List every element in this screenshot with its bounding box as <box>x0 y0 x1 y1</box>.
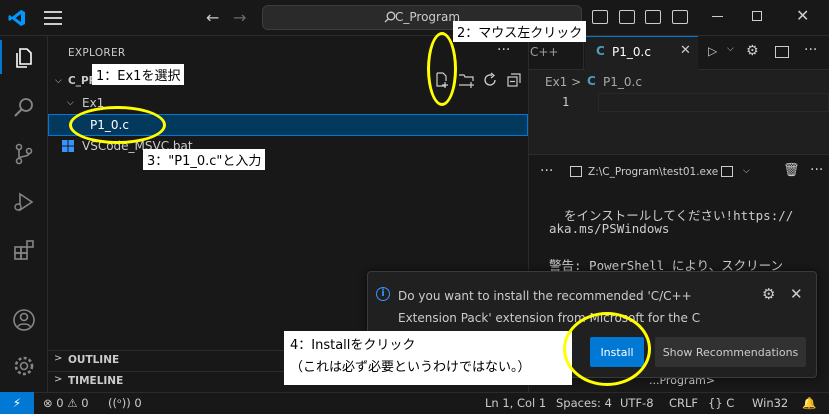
windows-batch-file-icon <box>62 140 74 152</box>
c-file-icon: C <box>596 44 605 58</box>
chevron-right-icon: > <box>54 353 63 364</box>
chevron-down-icon[interactable]: ⌵ <box>727 44 734 54</box>
remote-indicator[interactable]: ⚡ <box>0 392 34 414</box>
chevron-down-icon[interactable]: ⌵ <box>743 166 750 176</box>
run-play-icon[interactable]: ▷ <box>708 44 717 58</box>
extensions-icon[interactable] <box>12 238 36 262</box>
current-line-highlight[interactable] <box>598 93 829 112</box>
highlight-ring-install <box>563 312 651 386</box>
breadcrumb-file[interactable]: P1_0.c <box>603 75 642 89</box>
toggle-panel-icon[interactable] <box>619 10 635 24</box>
hamburger-menu-icon[interactable] <box>44 11 62 25</box>
language-mode-status[interactable]: {} C <box>708 396 734 410</box>
search-view-icon[interactable] <box>12 96 36 120</box>
toggle-secondary-sidebar-icon[interactable] <box>645 10 661 24</box>
annotation-step4-line1: 4：Installをクリック <box>290 338 416 353</box>
tab-close-icon[interactable]: ✕ <box>680 43 691 58</box>
command-center-text: C_Program <box>395 10 461 24</box>
eol-status[interactable]: CRLF <box>669 396 698 410</box>
annotation-step4-line2: （これは必ず必要というわけではない。） <box>290 360 531 375</box>
gear-icon[interactable]: ⚙ <box>746 43 759 59</box>
terminal-line: aka.ms/PSWindows <box>549 221 670 236</box>
back-arrow-icon[interactable]: ← <box>206 8 219 27</box>
more-actions-icon[interactable]: ··· <box>810 162 823 178</box>
breadcrumb-folder[interactable]: Ex1 > <box>545 75 581 89</box>
new-folder-icon[interactable] <box>458 72 474 88</box>
terminal-icon <box>570 166 582 177</box>
split-terminal-icon[interactable] <box>721 166 733 177</box>
encoding-status[interactable]: UTF-8 <box>620 396 654 410</box>
highlight-ring-new-file <box>427 32 457 106</box>
explorer-files-icon[interactable] <box>12 46 36 70</box>
source-control-icon[interactable] <box>12 142 36 166</box>
annotation-step4: 4：Installをクリック （これは必ず必要というわけではない。） <box>284 331 572 385</box>
explorer-title: EXPLORER <box>68 47 126 59</box>
bell-icon[interactable]: 🔔 <box>802 396 816 410</box>
active-view-indicator <box>0 40 2 74</box>
terminal-name[interactable]: Z:\C_Program\test01.exe <box>588 166 718 178</box>
more-actions-icon[interactable]: ··· <box>804 42 817 58</box>
annotation-step1: 1：Ex1を選択 <box>92 64 185 85</box>
window-close-button[interactable]: ✕ <box>796 6 809 25</box>
forward-arrow-icon[interactable]: → <box>233 8 246 27</box>
line-number: 1 <box>562 95 570 109</box>
ports-status[interactable]: ((ᵒ)) 0 <box>108 396 142 410</box>
platform-status[interactable]: Win32 <box>752 396 788 410</box>
panel-more-icon[interactable]: ··· <box>540 163 553 179</box>
window-maximize-button[interactable] <box>752 11 762 21</box>
close-icon[interactable]: ✕ <box>790 285 803 303</box>
accounts-icon[interactable] <box>12 308 36 332</box>
outline-label: OUTLINE <box>68 354 120 366</box>
info-icon: i <box>376 287 390 301</box>
run-and-debug-icon[interactable] <box>12 190 36 214</box>
vscode-logo-icon <box>8 10 25 26</box>
problems-status[interactable]: ⊗ 0 ⚠ 0 <box>43 396 89 410</box>
timeline-label: TIMELINE <box>68 375 124 387</box>
customize-layout-icon[interactable] <box>672 10 688 24</box>
highlight-ring-filename <box>69 106 166 144</box>
annotation-step2: 2：マウス左クリック <box>453 21 587 42</box>
tab-p1-0-c-label[interactable]: P1_0.c <box>612 45 651 59</box>
tab-previous-label[interactable]: C++ <box>530 45 559 59</box>
c-file-icon: C <box>587 74 596 88</box>
manage-gear-icon[interactable] <box>12 354 36 378</box>
activity-bar <box>0 36 48 392</box>
collapse-folders-icon[interactable] <box>506 72 522 88</box>
chevron-down-icon[interactable]: ⌵ <box>67 98 74 108</box>
toggle-primary-sidebar-icon[interactable] <box>592 10 608 24</box>
trash-icon[interactable]: 🗑 <box>783 163 800 178</box>
annotation-step3: 3："P1_0.c"と入力 <box>143 149 266 170</box>
cursor-position-status[interactable]: Ln 1, Col 1 <box>485 396 546 410</box>
split-editor-icon[interactable] <box>775 46 789 58</box>
window-minimize-button[interactable] <box>712 16 723 17</box>
indentation-status[interactable]: Spaces: 4 <box>556 396 612 410</box>
chevron-down-icon[interactable]: ⌵ <box>55 76 62 86</box>
show-recommendations-button[interactable]: Show Recommendations <box>655 337 806 367</box>
refresh-icon[interactable] <box>482 72 498 88</box>
gear-icon[interactable]: ⚙ <box>762 285 775 303</box>
chevron-right-icon: > <box>54 374 63 385</box>
explorer-more-actions[interactable]: ··· <box>497 42 510 58</box>
